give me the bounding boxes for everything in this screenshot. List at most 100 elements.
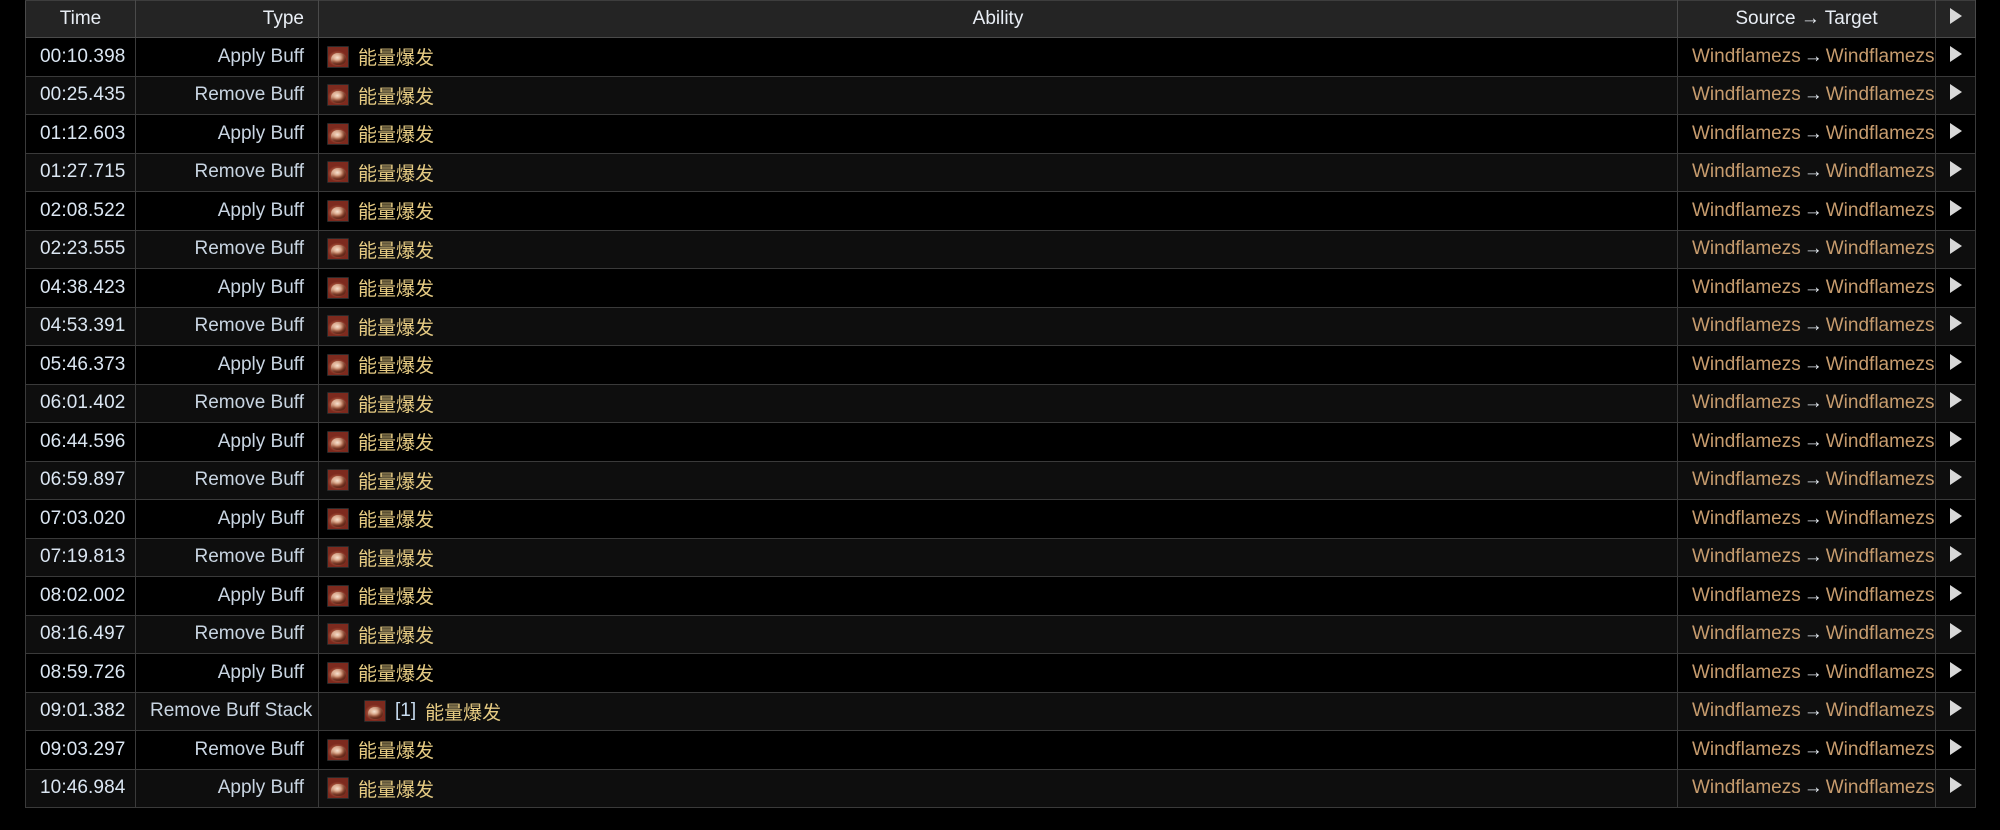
energy-burst-icon[interactable]	[327, 623, 349, 646]
table-row[interactable]: 09:03.297 Remove Buff 能量爆发 Windflamezs → Wind…	[25, 730, 1976, 770]
ability-name[interactable]: 能量爆发	[358, 43, 434, 70]
target-name[interactable]: Windflamezs	[1826, 662, 1935, 683]
expand-row-button[interactable]	[1935, 268, 1976, 308]
source-name[interactable]: Windflamezs	[1692, 315, 1801, 336]
target-name[interactable]: Windflamezs	[1826, 700, 1935, 721]
energy-burst-icon[interactable]	[327, 315, 349, 338]
ability-name[interactable]: 能量爆发	[358, 775, 434, 802]
target-name[interactable]: Windflamezs	[1826, 161, 1935, 182]
source-name[interactable]: Windflamezs	[1692, 123, 1801, 144]
table-row[interactable]: 10:46.984 Apply Buff 能量爆发 Windflamezs → Windf…	[25, 768, 1976, 808]
energy-burst-icon[interactable]	[364, 700, 386, 723]
energy-burst-icon[interactable]	[327, 84, 349, 107]
target-name[interactable]: Windflamezs	[1826, 200, 1935, 221]
ability-name[interactable]: 能量爆发	[358, 120, 434, 147]
ability-name[interactable]: 能量爆发	[358, 582, 434, 609]
ability-name[interactable]: 能量爆发	[358, 659, 434, 686]
ability-name[interactable]: 能量爆发	[358, 621, 434, 648]
energy-burst-icon[interactable]	[327, 507, 349, 530]
expand-row-button[interactable]	[1935, 114, 1976, 154]
energy-burst-icon[interactable]	[327, 738, 349, 761]
ability-name[interactable]: 能量爆发	[358, 351, 434, 378]
source-name[interactable]: Windflamezs	[1692, 200, 1801, 221]
source-name[interactable]: Windflamezs	[1692, 392, 1801, 413]
expand-row-button[interactable]	[1935, 653, 1976, 693]
target-name[interactable]: Windflamezs	[1826, 392, 1935, 413]
table-row[interactable]: 04:38.423 Apply Buff 能量爆发 Windflamezs → Windf…	[25, 268, 1976, 308]
expand-row-button[interactable]	[1935, 229, 1976, 269]
source-name[interactable]: Windflamezs	[1692, 277, 1801, 298]
expand-row-button[interactable]	[1935, 383, 1976, 423]
energy-burst-icon[interactable]	[327, 546, 349, 569]
energy-burst-icon[interactable]	[327, 161, 349, 184]
energy-burst-icon[interactable]	[327, 777, 349, 800]
expand-row-button[interactable]	[1935, 306, 1976, 346]
table-row[interactable]: 06:59.897 Remove Buff 能量爆发 Windflamezs → Wind…	[25, 460, 1976, 500]
energy-burst-icon[interactable]	[327, 430, 349, 453]
energy-burst-icon[interactable]	[327, 276, 349, 299]
target-name[interactable]: Windflamezs	[1826, 84, 1935, 105]
table-row[interactable]: 09:01.382 Remove Buff Stack [1] 能量爆发 Windfla…	[25, 691, 1976, 731]
expand-row-button[interactable]	[1935, 614, 1976, 654]
source-name[interactable]: Windflamezs	[1692, 469, 1801, 490]
table-row[interactable]: 02:23.555 Remove Buff 能量爆发 Windflamezs → Wind…	[25, 229, 1976, 269]
expand-row-button[interactable]	[1935, 499, 1976, 539]
source-name[interactable]: Windflamezs	[1692, 431, 1801, 452]
source-name[interactable]: Windflamezs	[1692, 238, 1801, 259]
target-name[interactable]: Windflamezs	[1826, 508, 1935, 529]
ability-name[interactable]: 能量爆发	[358, 236, 434, 263]
target-name[interactable]: Windflamezs	[1826, 585, 1935, 606]
energy-burst-icon[interactable]	[327, 392, 349, 415]
target-name[interactable]: Windflamezs	[1826, 277, 1935, 298]
column-header-ability[interactable]: Ability	[318, 0, 1678, 38]
source-name[interactable]: Windflamezs	[1692, 739, 1801, 760]
expand-row-button[interactable]	[1935, 75, 1976, 115]
table-row[interactable]: 08:02.002 Apply Buff 能量爆发 Windflamezs → Windf…	[25, 576, 1976, 616]
energy-burst-icon[interactable]	[327, 469, 349, 492]
table-row[interactable]: 00:10.398 Apply Buff 能量爆发 Windflamezs → Windf…	[25, 37, 1976, 77]
table-row[interactable]: 07:03.020 Apply Buff 能量爆发 Windflamezs → Windf…	[25, 499, 1976, 539]
energy-burst-icon[interactable]	[327, 199, 349, 222]
target-name[interactable]: Windflamezs	[1826, 431, 1935, 452]
table-row[interactable]: 01:12.603 Apply Buff 能量爆发 Windflamezs → Windf…	[25, 114, 1976, 154]
table-row[interactable]: 06:44.596 Apply Buff 能量爆发 Windflamezs → Windf…	[25, 422, 1976, 462]
source-name[interactable]: Windflamezs	[1692, 161, 1801, 182]
expand-row-button[interactable]	[1935, 730, 1976, 770]
source-name[interactable]: Windflamezs	[1692, 508, 1801, 529]
source-name[interactable]: Windflamezs	[1692, 46, 1801, 67]
source-name[interactable]: Windflamezs	[1692, 585, 1801, 606]
ability-name[interactable]: 能量爆发	[358, 82, 434, 109]
ability-name[interactable]: 能量爆发	[358, 274, 434, 301]
column-header-expand[interactable]	[1935, 0, 1976, 38]
expand-row-button[interactable]	[1935, 37, 1976, 77]
table-row[interactable]: 06:01.402 Remove Buff 能量爆发 Windflamezs → Wind…	[25, 383, 1976, 423]
target-name[interactable]: Windflamezs	[1826, 123, 1935, 144]
target-name[interactable]: Windflamezs	[1826, 238, 1935, 259]
column-header-type[interactable]: Type	[135, 0, 319, 38]
expand-row-button[interactable]	[1935, 191, 1976, 231]
source-name[interactable]: Windflamezs	[1692, 84, 1801, 105]
table-row[interactable]: 05:46.373 Apply Buff 能量爆发 Windflamezs → Windf…	[25, 345, 1976, 385]
expand-row-button[interactable]	[1935, 345, 1976, 385]
expand-row-button[interactable]	[1935, 422, 1976, 462]
table-row[interactable]: 00:25.435 Remove Buff 能量爆发 Windflamezs → Wind…	[25, 75, 1976, 115]
energy-burst-icon[interactable]	[327, 45, 349, 68]
ability-name[interactable]: 能量爆发	[358, 197, 434, 224]
table-row[interactable]: 01:27.715 Remove Buff 能量爆发 Windflamezs → Wind…	[25, 152, 1976, 192]
ability-name[interactable]: 能量爆发	[425, 698, 501, 725]
energy-burst-icon[interactable]	[327, 661, 349, 684]
expand-row-button[interactable]	[1935, 152, 1976, 192]
table-row[interactable]: 08:16.497 Remove Buff 能量爆发 Windflamezs → Wind…	[25, 614, 1976, 654]
ability-name[interactable]: 能量爆发	[358, 544, 434, 571]
table-row[interactable]: 08:59.726 Apply Buff 能量爆发 Windflamezs → Windf…	[25, 653, 1976, 693]
ability-name[interactable]: 能量爆发	[358, 736, 434, 763]
target-name[interactable]: Windflamezs	[1826, 546, 1935, 567]
target-name[interactable]: Windflamezs	[1826, 354, 1935, 375]
energy-burst-icon[interactable]	[327, 353, 349, 376]
ability-name[interactable]: 能量爆发	[358, 505, 434, 532]
expand-row-button[interactable]	[1935, 768, 1976, 808]
source-name[interactable]: Windflamezs	[1692, 777, 1801, 798]
table-row[interactable]: 02:08.522 Apply Buff 能量爆发 Windflamezs → Windf…	[25, 191, 1976, 231]
target-name[interactable]: Windflamezs	[1826, 46, 1935, 67]
expand-row-button[interactable]	[1935, 691, 1976, 731]
